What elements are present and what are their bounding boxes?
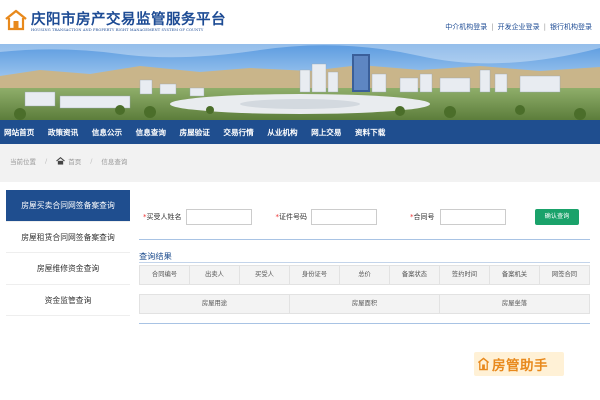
nav-policy[interactable]: 政策资讯 [48,127,78,138]
sidebar-item-lease-contract[interactable]: 房屋租赁合同网签备案查询 [6,222,130,253]
nav-query[interactable]: 信息查询 [136,127,166,138]
site-subtitle: HOUSING TRANSACTION AND PROPERTY RIGHT M… [31,28,204,32]
breadcrumb: 当前位置 / 首页 / 信息查询 [10,156,127,166]
nav-market[interactable]: 交易行情 [223,127,253,138]
link-separator: | [491,23,494,31]
column-header: 备案状态 [390,266,440,284]
sidebar: 房屋买卖合同网签备案查询 房屋租赁合同网签备案查询 房屋维修资金查询 资金监管查… [6,190,130,400]
cert-number-label: *证件号码 [275,213,308,221]
column-header: 合同编号 [140,266,190,284]
link-separator: | [543,23,546,31]
column-header: 出卖人 [190,266,240,284]
nav-downloads[interactable]: 资料下载 [355,127,385,138]
confirm-query-button[interactable]: 确认查询 [535,209,579,225]
column-header: 买受人 [240,266,290,284]
column-header: 总价 [340,266,390,284]
main-nav: 网站首页 政策资讯 信息公示 信息查询 房屋验证 交易行情 从业机构 网上交易 … [0,120,600,144]
sidebar-item-fund-supervision[interactable]: 资金监管查询 [6,285,130,316]
nav-verify[interactable]: 房屋验证 [180,127,210,138]
breadcrumb-current: 信息查询 [101,158,128,166]
sidebar-item-maintenance-fund[interactable]: 房屋维修资金查询 [6,253,130,285]
column-header: 房屋用途 [140,295,290,313]
developer-login-link[interactable]: 开发企业登录 [498,23,540,31]
watermark-text: 房管助手 [492,358,548,374]
nav-publicity[interactable]: 信息公示 [92,127,122,138]
buyer-name-input[interactable] [185,209,252,225]
home-icon [56,157,66,165]
column-header: 房屋面积 [290,295,440,313]
watermark-badge: 房管助手 [474,352,564,376]
agency-login-link[interactable]: 中介机构登录 [445,23,487,31]
divider [139,262,590,263]
site-title: 庆阳市房产交易监管服务平台 [31,11,226,28]
results-title: 查询结果 [139,251,172,261]
nav-online-trade[interactable]: 网上交易 [311,127,341,138]
breadcrumb-separator: / [45,157,48,165]
property-table-header: 房屋用途 房屋面积 房屋坐落 [139,294,590,314]
column-header: 网签合同 [551,271,578,278]
column-header: 备案机关 [490,266,540,284]
top-links: 中介机构登录 | 开发企业登录 | 银行机构登录 [445,22,592,32]
contract-number-label: *合同号 [410,213,435,221]
house-logo-icon [477,357,490,371]
sidebar-item-sale-contract[interactable]: 房屋买卖合同网签备案查询 [6,190,130,222]
column-header: 房屋坐落 [501,300,528,307]
site-header: 庆阳市房产交易监管服务平台 HOUSING TRANSACTION AND PR… [0,0,600,44]
divider [139,323,590,324]
results-table-header: 合同编号 出卖人 买受人 身份证号 总价 备案状态 签约时间 备案机关 网签合同 [139,265,590,285]
bank-login-link[interactable]: 银行机构登录 [550,23,592,31]
breadcrumb-separator: / [90,157,93,165]
divider [139,239,590,240]
query-form: *买受人姓名 *证件号码 *合同号 [143,209,506,225]
nav-home[interactable]: 网站首页 [4,127,34,138]
nav-agencies[interactable]: 从业机构 [267,127,297,138]
breadcrumb-prefix: 当前位置 [10,158,36,166]
breadcrumb-home-link[interactable]: 首页 [68,156,81,166]
cert-number-input[interactable] [311,209,377,225]
city-banner-image [0,44,600,120]
column-header: 签约时间 [440,266,490,284]
contract-number-input[interactable] [439,209,506,225]
column-header: 身份证号 [290,266,340,284]
buyer-name-label: *买受人姓名 [143,213,182,221]
house-logo-icon [5,9,27,31]
